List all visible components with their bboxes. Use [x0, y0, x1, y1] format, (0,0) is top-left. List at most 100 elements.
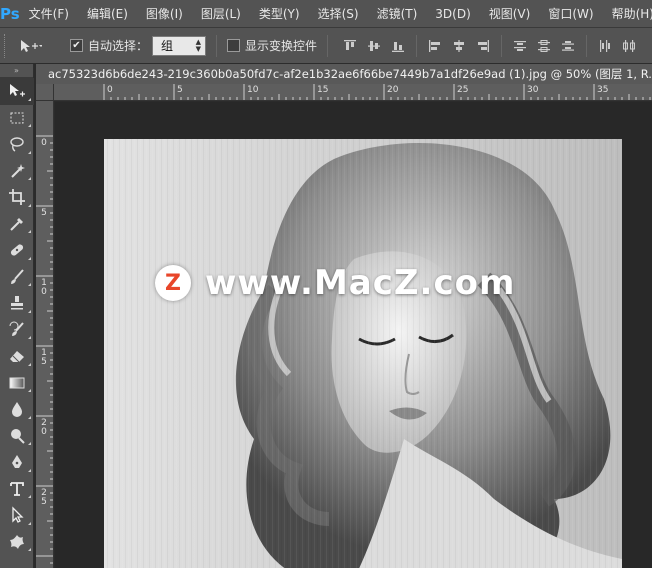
watermark-text: www.MacZ.com: [205, 263, 516, 303]
align-hcenter-button[interactable]: [447, 35, 471, 57]
vertical-ruler[interactable]: 0 5 10 15 20 25: [36, 101, 54, 568]
dodge-icon: [11, 428, 25, 444]
watermark-logo-letter: Z: [165, 270, 181, 296]
options-bar: ✔ 自动选择： 组 ▲ ▼ 显示变换控件: [0, 28, 652, 64]
ruler-label: 10: [247, 85, 259, 95]
history-brush-icon: [9, 321, 24, 336]
tool-eyedropper[interactable]: [0, 211, 34, 238]
divider: [586, 34, 588, 57]
menu-view[interactable]: 视图(V): [480, 0, 540, 28]
tool-blur[interactable]: [0, 396, 34, 423]
photoshop-logo[interactable]: Ps: [0, 0, 20, 28]
auto-select-group: ✔ 自动选择： 组 ▲ ▼: [70, 35, 207, 56]
align-left-icon: [429, 39, 441, 52]
tool-shape[interactable]: [0, 529, 34, 556]
tools-panel-collapse[interactable]: »: [0, 64, 33, 78]
tool-crop[interactable]: [0, 184, 34, 211]
ruler-origin[interactable]: [36, 84, 54, 101]
tool-eraser[interactable]: [0, 343, 34, 370]
tool-clone-stamp[interactable]: [0, 290, 34, 317]
ruler-label: 10: [41, 278, 47, 297]
auto-select-target-value: 组: [161, 39, 174, 53]
divider: [501, 34, 503, 57]
tools-panel: »: [0, 64, 34, 568]
ruler-label: 25: [41, 488, 47, 507]
eyedropper-icon: [10, 217, 23, 231]
align-top-button[interactable]: [338, 35, 362, 57]
align-bottom-icon: [392, 41, 405, 52]
tool-healing-brush[interactable]: [0, 237, 34, 264]
menu-bar: Ps 文件(F) 编辑(E) 图像(I) 图层(L) 类型(Y) 选择(S) 滤…: [0, 0, 652, 28]
document-image[interactable]: [104, 139, 622, 568]
move-icon: [10, 84, 25, 97]
horizontal-ruler[interactable]: 0 5 10 15 20 25 30 35: [54, 84, 652, 101]
show-transform-label: 显示变换控件: [245, 39, 318, 53]
horizontal-ruler-ticks: [103, 84, 651, 100]
menu-edit[interactable]: 编辑(E): [78, 0, 137, 28]
distribute-left-button[interactable]: [593, 35, 617, 57]
menu-filter[interactable]: 滤镜(T): [368, 0, 427, 28]
portrait-photo: [104, 139, 622, 568]
distribute-left-icon: [600, 39, 611, 52]
lasso-icon: [10, 137, 24, 152]
distribute-bottom-button[interactable]: [556, 35, 580, 57]
distribute-top-icon: [514, 40, 527, 51]
distribute-horizontal-center-icon: [623, 39, 636, 52]
watermark: Z www.MacZ.com: [155, 263, 515, 303]
document-tab[interactable]: ac75323d6b6de243-219c360b0a50fd7c-af2e1b…: [36, 64, 652, 84]
tool-pen[interactable]: [0, 449, 34, 476]
menu-help[interactable]: 帮助(H): [603, 0, 652, 28]
tool-marquee[interactable]: [0, 105, 34, 132]
auto-select-target-dropdown[interactable]: 组 ▲ ▼: [152, 35, 207, 56]
menu-layer[interactable]: 图层(L): [192, 0, 250, 28]
shape-icon: [10, 534, 24, 549]
tool-brush[interactable]: [0, 264, 34, 291]
clone-stamp-icon: [11, 296, 23, 310]
menu-select[interactable]: 选择(S): [309, 0, 368, 28]
eraser-icon: [10, 351, 24, 363]
tool-path-selection[interactable]: [0, 502, 34, 529]
menu-type[interactable]: 类型(Y): [250, 0, 309, 28]
tool-lasso[interactable]: [0, 131, 34, 158]
path-selection-icon: [12, 506, 24, 524]
auto-select-checkbox[interactable]: ✔: [70, 39, 83, 52]
tool-gradient[interactable]: [0, 370, 34, 397]
tool-dodge[interactable]: [0, 423, 34, 450]
distribute-top-button[interactable]: [508, 35, 532, 57]
tool-magic-wand[interactable]: [0, 158, 34, 185]
tool-type[interactable]: [0, 476, 34, 503]
ruler-label: 20: [41, 418, 47, 437]
menu-3d[interactable]: 3D(D): [426, 0, 479, 28]
show-transform-checkbox[interactable]: [227, 39, 241, 52]
tool-history-brush[interactable]: [0, 317, 34, 344]
divider: [216, 34, 218, 57]
align-right-button[interactable]: [471, 35, 495, 57]
tool-preset-picker[interactable]: [12, 35, 48, 57]
ruler-label: 15: [41, 348, 47, 367]
align-bottom-button[interactable]: [386, 35, 410, 57]
ruler-label: 15: [317, 85, 329, 95]
menu-file[interactable]: 文件(F): [20, 0, 78, 28]
ruler-label: 35: [597, 85, 609, 95]
distribute-vertical-center-icon: [538, 39, 551, 52]
ruler-label: 5: [177, 85, 183, 95]
menu-image[interactable]: 图像(I): [137, 0, 192, 28]
menu-window[interactable]: 窗口(W): [539, 0, 602, 28]
gradient-icon: [9, 377, 25, 389]
options-grip[interactable]: [4, 33, 12, 58]
tool-move[interactable]: [0, 78, 34, 105]
distribute-hcenter-button[interactable]: [617, 35, 641, 57]
watermark-logo: Z: [155, 265, 191, 301]
healing-brush-icon: [10, 244, 24, 256]
align-top-icon: [344, 39, 357, 50]
ruler-label: 0: [107, 85, 113, 95]
align-left-button[interactable]: [423, 35, 447, 57]
ruler-label: 20: [387, 85, 399, 95]
auto-select-label: 自动选择：: [88, 39, 149, 53]
align-vertical-center-icon: [368, 40, 381, 51]
align-vcenter-button[interactable]: [362, 35, 386, 57]
canvas-workspace[interactable]: [55, 102, 652, 568]
distribute-vcenter-button[interactable]: [532, 35, 556, 57]
show-transform-group: 显示变换控件: [227, 37, 317, 54]
align-right-icon: [478, 39, 490, 52]
